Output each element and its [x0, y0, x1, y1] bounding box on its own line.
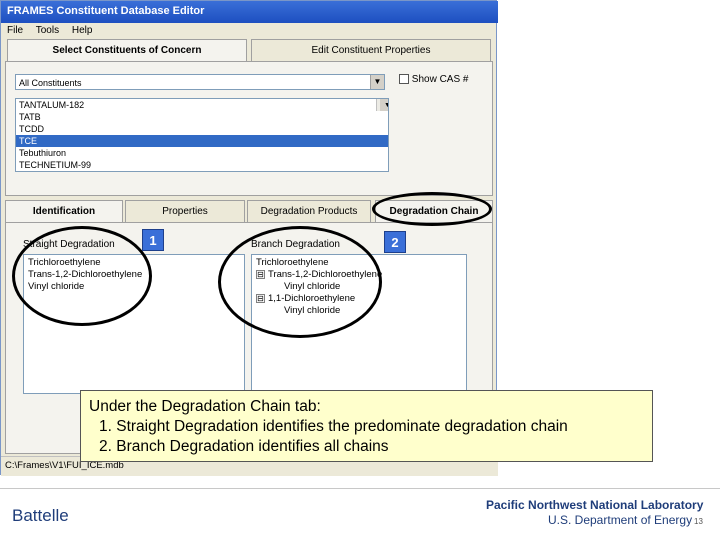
show-cas-label: Show CAS # [411, 74, 469, 85]
list-scrollbar[interactable]: ▲ ▼ [376, 99, 388, 111]
constituent-filter-dropdown[interactable]: All Constituents ▼ [15, 74, 385, 90]
scroll-down-icon[interactable]: ▼ [380, 100, 388, 111]
tab-properties[interactable]: Properties [125, 200, 245, 222]
tab-identification[interactable]: Identification [5, 200, 123, 222]
callout-line-1: 1. Straight Degradation identifies the p… [99, 418, 568, 435]
checkbox-icon[interactable] [399, 74, 409, 85]
list-item[interactable]: TECHNETIUM-99 [16, 159, 388, 171]
list-item[interactable]: TANTALUM-182 [16, 99, 388, 111]
menu-file[interactable]: File [7, 25, 23, 36]
marker-1-badge: 1 [142, 229, 164, 251]
tab-select-constituents[interactable]: Select Constituents of Concern [7, 39, 247, 61]
menu-tools[interactable]: Tools [36, 25, 59, 36]
highlight-ellipse-degradation-chain-tab [372, 192, 492, 226]
callout-heading: Under the Degradation Chain tab: [89, 398, 321, 415]
lab-name: Pacific Northwest National Laboratory [486, 498, 704, 512]
constituent-list[interactable]: TANTALUM-182 TATB TCDD TCE Tebuthiuron T… [15, 98, 389, 172]
marker-2-badge: 2 [384, 231, 406, 253]
department-name: U.S. Department of Energy [548, 513, 693, 527]
list-item[interactable]: TCDD [16, 123, 388, 135]
tab-edit-properties[interactable]: Edit Constituent Properties [251, 39, 491, 61]
battelle-logo: Battelle [12, 506, 69, 525]
highlight-ellipse-straight-degradation [12, 226, 152, 326]
page-number: 13 [694, 517, 703, 526]
list-item[interactable]: TATB [16, 111, 388, 123]
tab-degradation-products[interactable]: Degradation Products [247, 200, 371, 222]
list-item[interactable]: Tebuthiuron [16, 147, 388, 159]
menu-bar: File Tools Help [1, 23, 498, 39]
constituent-filter-value: All Constituents [19, 78, 82, 88]
callout-line-2: 2. Branch Degradation identifies all cha… [99, 438, 389, 455]
window-title: FRAMES Constituent Database Editor [1, 1, 498, 23]
chevron-down-icon[interactable]: ▼ [370, 75, 384, 89]
footer-divider [0, 488, 720, 489]
menu-help[interactable]: Help [72, 25, 93, 36]
highlight-ellipse-branch-degradation [218, 226, 382, 338]
callout-box: Under the Degradation Chain tab: 1. Stra… [80, 390, 653, 462]
show-cas-checkbox[interactable]: Show CAS # [399, 74, 468, 85]
list-item-selected[interactable]: TCE [16, 135, 388, 147]
